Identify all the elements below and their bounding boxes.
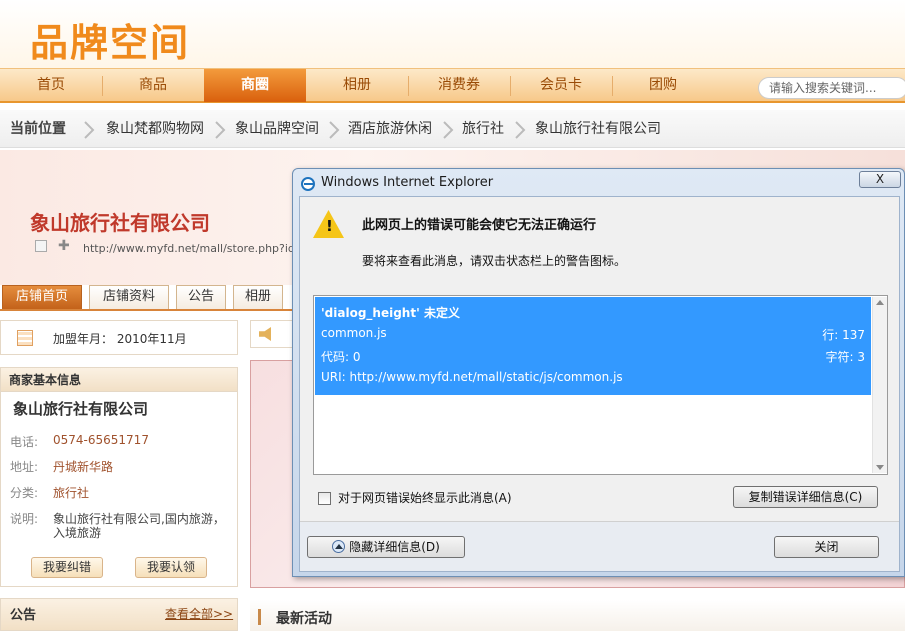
nav-item-albums[interactable]: 相册 <box>306 69 408 102</box>
merchant-info-box: 商家基本信息 象山旅行社有限公司 电话: 0574-65651717 地址: 丹… <box>0 367 238 587</box>
category-label: 分类: <box>10 486 39 500</box>
error-line: 行: 137 <box>822 328 865 342</box>
join-date-box: 加盟年月： 2010年11月 <box>0 320 238 355</box>
address-label: 地址: <box>10 460 39 474</box>
ie-error-dialog: Windows Internet Explorer X ! 此网页上的错误可能会… <box>292 168 905 577</box>
always-show-label[interactable]: 对于网页错误始终显示此消息(A) <box>338 489 512 506</box>
join-date: 加盟年月： 2010年11月 <box>53 332 187 346</box>
error-name: 'dialog_height' 未定义 <box>321 306 460 320</box>
error-char: 字符: 3 <box>825 350 866 364</box>
report-error-button[interactable]: 我要纠错 <box>31 557 103 578</box>
breadcrumb-item[interactable]: 象山品牌空间 <box>235 110 319 148</box>
claim-store-button[interactable]: 我要认领 <box>135 557 207 578</box>
dialog-close-button[interactable]: X <box>859 171 901 188</box>
nav-item-shopping-district[interactable]: 商圈 <box>204 69 306 102</box>
description-label: 说明: <box>10 512 39 526</box>
breadcrumb-item[interactable]: 旅行社 <box>462 110 504 148</box>
error-details-box[interactable]: 'dialog_height' 未定义 common.js 行: 137 代码:… <box>313 295 888 475</box>
view-all-link[interactable]: 查看全部>> <box>165 605 233 622</box>
always-show-checkbox[interactable] <box>318 492 331 505</box>
error-uri: URI: http://www.myfd.net/mall/static/js/… <box>321 370 623 384</box>
store-url[interactable]: http://www.myfd.net/mall/store.php?id= <box>83 242 304 255</box>
address-value: 丹城新华路 <box>53 460 114 474</box>
error-file: common.js <box>321 326 387 340</box>
notice-title: 公告 <box>10 608 37 623</box>
scroll-up-icon[interactable] <box>876 300 884 305</box>
hide-details-label: 隐藏详细信息(D) <box>349 540 440 554</box>
category-value[interactable]: 旅行社 <box>53 484 89 501</box>
main-nav: 首页 商品 商圈 相册 消费券 会员卡 团购 请输入搜索关键词... <box>0 68 905 103</box>
nav-item-coupons[interactable]: 消费券 <box>408 69 510 102</box>
chevron-up-icon <box>332 540 346 553</box>
tab-store-info[interactable]: 店铺资料 <box>89 285 169 309</box>
calendar-icon <box>17 330 33 346</box>
nav-item-group-buy[interactable]: 团购 <box>612 69 714 102</box>
breadcrumb-item[interactable]: 象山梵都购物网 <box>106 110 204 148</box>
breadcrumb-item[interactable]: 酒店旅游休闲 <box>348 110 432 148</box>
dialog-title: Windows Internet Explorer <box>321 175 494 190</box>
search-input[interactable]: 请输入搜索关键词... <box>758 77 905 99</box>
error-code: 代码: 0 <box>321 350 361 364</box>
breadcrumb-item-current: 象山旅行社有限公司 <box>535 121 661 137</box>
nav-item-products[interactable]: 商品 <box>102 69 204 102</box>
hide-details-button[interactable]: 隐藏详细信息(D) <box>307 536 465 558</box>
error-hint: 要将来查看此消息，请双击状态栏上的警告图标。 <box>362 254 627 268</box>
chevron-right-icon <box>215 121 226 139</box>
merchant-info-title: 商家基本信息 <box>1 368 237 392</box>
section-marker <box>258 609 261 625</box>
latest-activity-header: 最新活动 <box>250 600 905 631</box>
merchant-name: 象山旅行社有限公司 <box>13 400 149 418</box>
notice-header: 公告 查看全部>> <box>0 598 238 631</box>
dialog-body: ! 此网页上的错误可能会使它无法正确运行 要将来查看此消息，请双击状态栏上的警告… <box>299 196 900 572</box>
latest-activity-title: 最新活动 <box>276 611 332 627</box>
description-value-line2: 入境旅游 <box>53 526 102 540</box>
nav-item-member-card[interactable]: 会员卡 <box>510 69 612 102</box>
chevron-right-icon <box>515 121 526 139</box>
site-logo[interactable]: 品牌空间 <box>30 12 190 67</box>
chevron-right-icon <box>443 121 454 139</box>
site-header: 品牌空间 <box>0 0 905 68</box>
close-button[interactable]: 关闭 <box>774 536 879 558</box>
tab-albums[interactable]: 相册 <box>233 285 283 309</box>
tab-store-home[interactable]: 店铺首页 <box>2 285 82 309</box>
error-details-selected[interactable]: 'dialog_height' 未定义 common.js 行: 137 代码:… <box>315 297 871 395</box>
scroll-down-icon[interactable] <box>876 465 884 470</box>
details-scrollbar[interactable] <box>872 297 887 473</box>
store-name: 象山旅行社有限公司 <box>30 211 210 235</box>
plus-icon[interactable]: ✚ <box>58 239 70 253</box>
copy-icon[interactable] <box>35 240 47 252</box>
breadcrumb: 当前位置 象山梵都购物网 象山品牌空间 酒店旅游休闲 旅行社 象山旅行社有限公司 <box>0 110 905 148</box>
breadcrumb-label: 当前位置 <box>10 121 66 137</box>
nav-item-home[interactable]: 首页 <box>0 69 102 102</box>
chevron-right-icon <box>329 121 340 139</box>
phone-value: 0574-65651717 <box>53 433 149 447</box>
error-heading: 此网页上的错误可能会使它无法正确运行 <box>362 218 597 233</box>
warning-mark: ! <box>326 217 333 235</box>
speaker-icon <box>259 327 271 341</box>
copy-details-button[interactable]: 复制错误详细信息(C) <box>733 486 878 508</box>
tab-notices[interactable]: 公告 <box>176 285 226 309</box>
store-tabs: 店铺首页 店铺资料 公告 相册 <box>0 285 300 311</box>
phone-label: 电话: <box>10 435 39 449</box>
dialog-footer: 隐藏详细信息(D) 关闭 <box>300 522 899 571</box>
ie-logo-icon <box>301 177 315 191</box>
chevron-right-icon <box>84 121 95 139</box>
